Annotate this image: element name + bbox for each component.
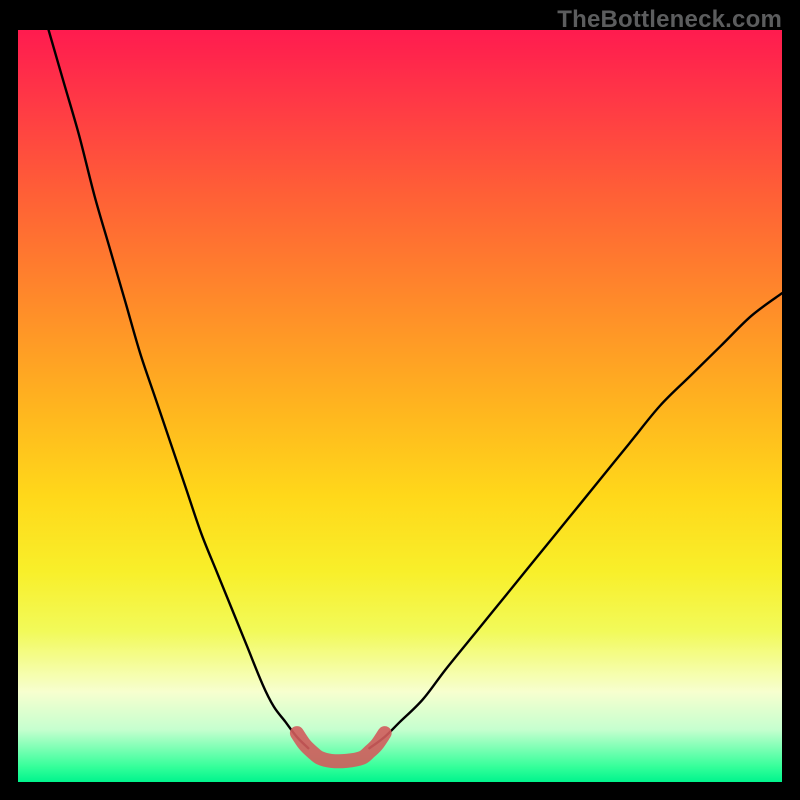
gradient-plot-background [18, 30, 782, 782]
watermark-label: TheBottleneck.com [557, 6, 782, 34]
chart-stage: TheBottleneck.com [0, 0, 800, 800]
